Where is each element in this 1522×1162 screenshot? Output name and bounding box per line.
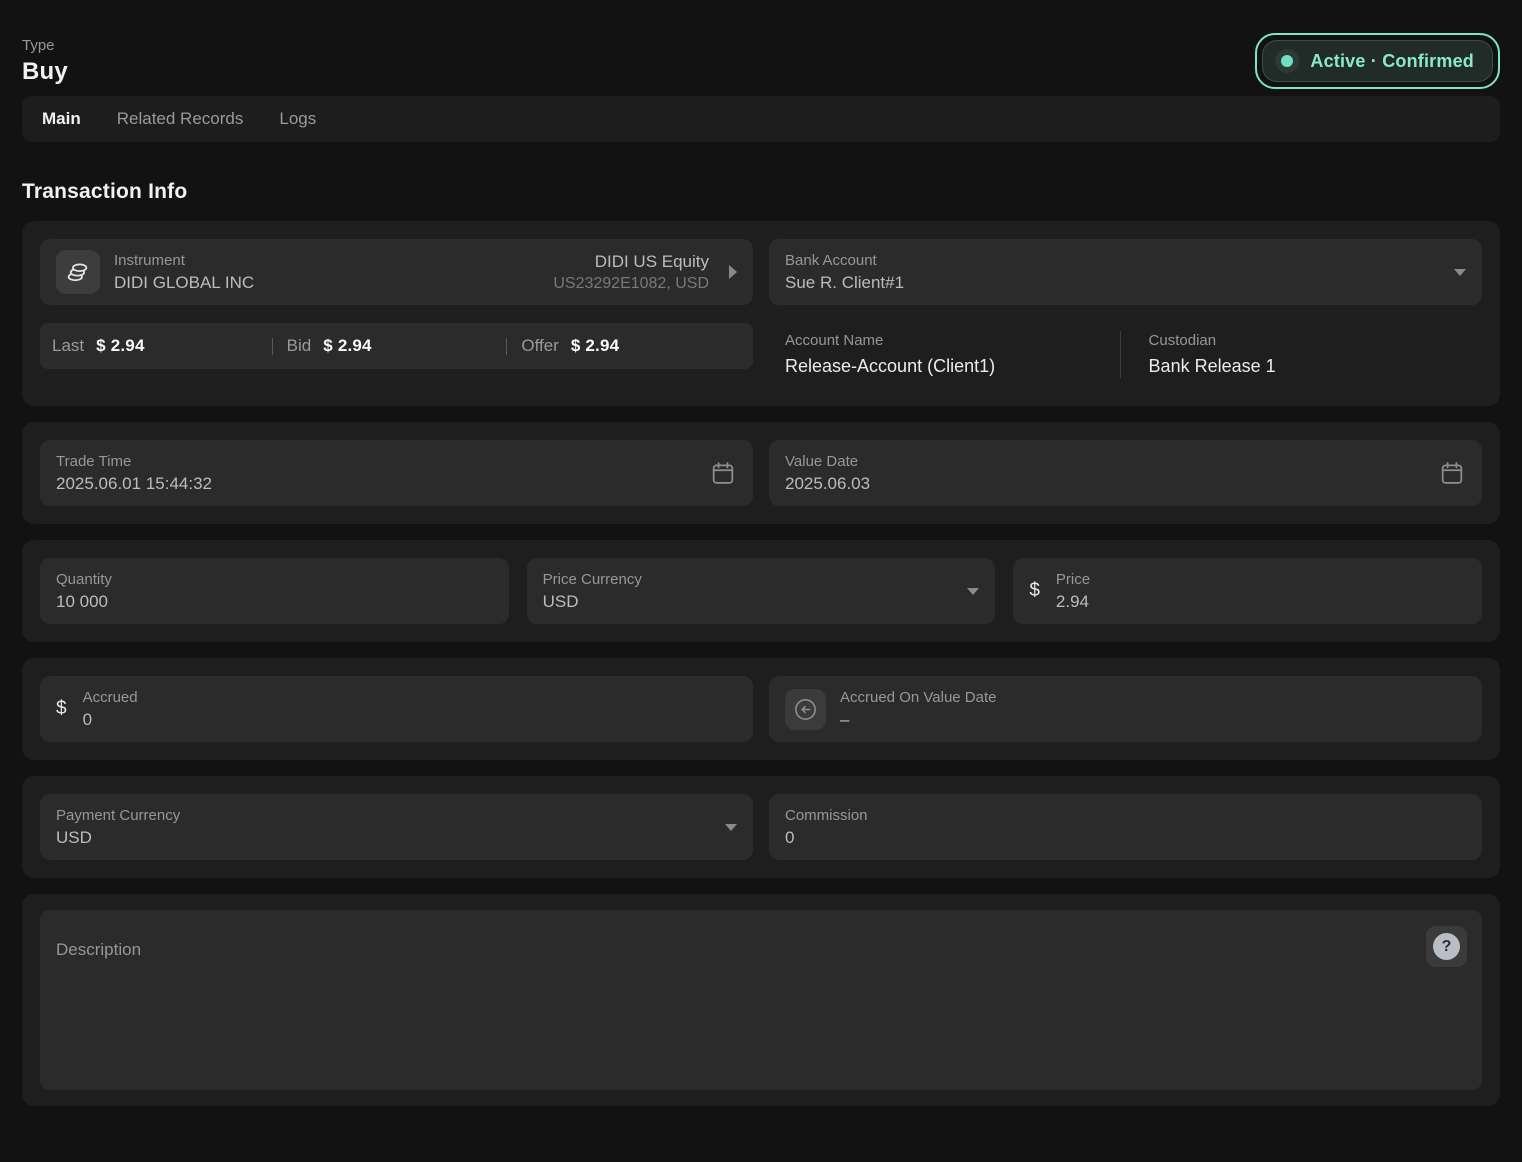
- quote-last-value: $ 2.94: [96, 336, 144, 356]
- value-date-field[interactable]: Value Date 2025.06.03: [769, 440, 1482, 506]
- quantity-value: 10 000: [56, 590, 112, 613]
- bank-account-label: Bank Account: [785, 251, 904, 270]
- custodian-block: Custodian Bank Release 1: [1149, 331, 1276, 378]
- quantity-price-section: Quantity 10 000 Price Currency USD $ Pri…: [22, 540, 1500, 642]
- quote-offer-label: Offer: [521, 336, 558, 356]
- tab-logs[interactable]: Logs: [279, 109, 316, 129]
- instrument-label: Instrument: [114, 251, 254, 270]
- account-info-row: Account Name Release-Account (Client1) C…: [769, 331, 1482, 378]
- coins-icon: [56, 250, 100, 294]
- price-value: 2.94: [1056, 590, 1090, 613]
- price-currency-select[interactable]: Price Currency USD: [527, 558, 996, 624]
- instrument-ticker: DIDI US Equity: [595, 251, 709, 273]
- account-name-label: Account Name: [785, 331, 1120, 350]
- accrued-value: 0: [83, 708, 138, 731]
- quote-last-label: Last: [52, 336, 84, 356]
- instrument-field[interactable]: Instrument DIDI GLOBAL INC DIDI US Equit…: [40, 239, 753, 305]
- page-header: Type Buy Active · Confirmed: [22, 0, 1500, 96]
- description-textarea[interactable]: Description ?: [40, 910, 1482, 1090]
- bank-account-value: Sue R. Client#1: [785, 271, 904, 294]
- description-label: Description: [56, 940, 141, 960]
- trade-time-field[interactable]: Trade Time 2025.06.01 15:44:32: [40, 440, 753, 506]
- accrued-on-value-date-field[interactable]: Accrued On Value Date –: [769, 676, 1482, 742]
- instrument-name: DIDI GLOBAL INC: [114, 271, 254, 294]
- quote-bid-value: $ 2.94: [323, 336, 371, 356]
- price-label: Price: [1056, 570, 1090, 589]
- accrued-section: $ Accrued 0 Accrued On Value Date –: [22, 658, 1500, 760]
- accrued-label: Accrued: [83, 688, 138, 707]
- price-currency-value: USD: [543, 590, 642, 613]
- account-name-block: Account Name Release-Account (Client1): [785, 331, 1120, 378]
- instrument-isin: US23292E1082, USD: [553, 273, 709, 294]
- chevron-right-icon: [729, 265, 737, 279]
- commission-label: Commission: [785, 806, 868, 825]
- quote-last[interactable]: Last $ 2.94: [52, 336, 272, 356]
- tab-main[interactable]: Main: [42, 109, 81, 129]
- payment-currency-select[interactable]: Payment Currency USD: [40, 794, 753, 860]
- calendar-icon[interactable]: [709, 459, 737, 487]
- value-date-value: 2025.06.03: [785, 472, 870, 495]
- arrow-left-circle-icon: [785, 689, 826, 730]
- account-name-value: Release-Account (Client1): [785, 354, 1120, 378]
- calendar-icon[interactable]: [1438, 459, 1466, 487]
- status-dot-icon: [1275, 49, 1299, 73]
- dollar-sign-icon: $: [1029, 580, 1040, 602]
- question-mark-icon: ?: [1433, 933, 1460, 960]
- help-button[interactable]: ?: [1426, 926, 1467, 967]
- value-date-label: Value Date: [785, 452, 870, 471]
- accrued-on-value-date-label: Accrued On Value Date: [840, 688, 996, 707]
- payment-section: Payment Currency USD Commission 0: [22, 776, 1500, 878]
- section-title: Transaction Info: [22, 180, 1500, 204]
- bank-account-column: Bank Account Sue R. Client#1 Account Nam…: [769, 239, 1482, 378]
- trade-time-label: Trade Time: [56, 452, 212, 471]
- tab-related-records[interactable]: Related Records: [117, 109, 244, 129]
- accrued-on-value-date-value: –: [840, 708, 996, 731]
- quote-divider: [506, 338, 507, 355]
- transaction-detail-page: Type Buy Active · Confirmed Main Related…: [0, 0, 1522, 1106]
- commission-value: 0: [785, 826, 868, 849]
- status-badge-inner: Active · Confirmed: [1262, 40, 1493, 82]
- dates-section: Trade Time 2025.06.01 15:44:32 Value Dat…: [22, 422, 1500, 524]
- quote-bid[interactable]: Bid $ 2.94: [287, 336, 507, 356]
- accrued-field[interactable]: $ Accrued 0: [40, 676, 753, 742]
- status-badge[interactable]: Active · Confirmed: [1255, 33, 1500, 89]
- tab-bar: Main Related Records Logs: [22, 96, 1500, 142]
- custodian-value: Bank Release 1: [1149, 354, 1276, 378]
- custodian-label: Custodian: [1149, 331, 1276, 350]
- vertical-divider: [1120, 331, 1121, 378]
- quote-divider: [272, 338, 273, 355]
- quote-bar: Last $ 2.94 Bid $ 2.94 Offer $ 2.94: [40, 323, 753, 369]
- status-badge-label: Active · Confirmed: [1310, 51, 1474, 72]
- trade-type-label: Type: [22, 37, 68, 54]
- quantity-label: Quantity: [56, 570, 112, 589]
- instrument-column: Instrument DIDI GLOBAL INC DIDI US Equit…: [40, 239, 753, 378]
- quantity-field[interactable]: Quantity 10 000: [40, 558, 509, 624]
- price-currency-label: Price Currency: [543, 570, 642, 589]
- commission-field[interactable]: Commission 0: [769, 794, 1482, 860]
- dollar-sign-icon: $: [56, 698, 67, 720]
- instrument-bank-section: Instrument DIDI GLOBAL INC DIDI US Equit…: [22, 221, 1500, 406]
- quote-bid-label: Bid: [287, 336, 312, 356]
- bank-account-select[interactable]: Bank Account Sue R. Client#1: [769, 239, 1482, 305]
- trade-type-block: Type Buy: [22, 37, 68, 86]
- chevron-down-icon: [725, 824, 737, 831]
- trade-type-value: Buy: [22, 58, 68, 86]
- payment-currency-label: Payment Currency: [56, 806, 180, 825]
- chevron-down-icon: [967, 588, 979, 595]
- price-field[interactable]: $ Price 2.94: [1013, 558, 1482, 624]
- quote-offer[interactable]: Offer $ 2.94: [521, 336, 741, 356]
- quote-offer-value: $ 2.94: [571, 336, 619, 356]
- chevron-down-icon: [1454, 269, 1466, 276]
- trade-time-value: 2025.06.01 15:44:32: [56, 472, 212, 495]
- description-section: Description ?: [22, 894, 1500, 1106]
- payment-currency-value: USD: [56, 826, 180, 849]
